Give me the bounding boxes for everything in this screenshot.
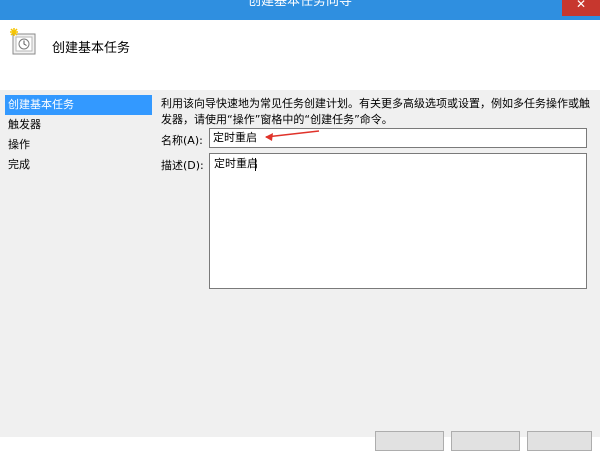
title-bar[interactable]: 创建基本任务向导 ✕ [0, 0, 600, 20]
step-action[interactable]: 操作 [5, 135, 152, 155]
window-title: 创建基本任务向导 [247, 0, 352, 9]
cancel-button[interactable] [527, 431, 592, 451]
close-icon: ✕ [575, 0, 587, 11]
text-caret [255, 158, 256, 171]
step-finish[interactable]: 完成 [5, 155, 152, 175]
step-trigger[interactable]: 触发器 [5, 115, 152, 135]
wizard-description: 利用该向导快速地为常见任务创建计划。有关更多高级选项或设置，例如多任务操作或触发… [161, 97, 590, 126]
description-textarea[interactable]: 定时重启 [209, 153, 587, 289]
description-label: 描述(D): [161, 159, 204, 172]
wizard-body: 创建基本任务 触发器 操作 完成 利用该向导快速地为常见任务创建计划。有关更多高… [0, 90, 600, 451]
next-button[interactable] [451, 431, 520, 451]
description-text: 定时重启 [214, 157, 258, 170]
back-button[interactable] [375, 431, 444, 451]
wizard-header: 创建基本任务 [0, 20, 600, 90]
name-label: 名称(A): [161, 134, 203, 147]
wizard-steps: 创建基本任务 触发器 操作 完成 [5, 95, 152, 175]
task-wizard-icon [10, 28, 36, 55]
annotation-arrow-icon [265, 130, 320, 141]
close-button[interactable]: ✕ [562, 0, 600, 16]
page-title: 创建基本任务 [52, 41, 131, 56]
step-create-basic-task[interactable]: 创建基本任务 [5, 95, 152, 115]
